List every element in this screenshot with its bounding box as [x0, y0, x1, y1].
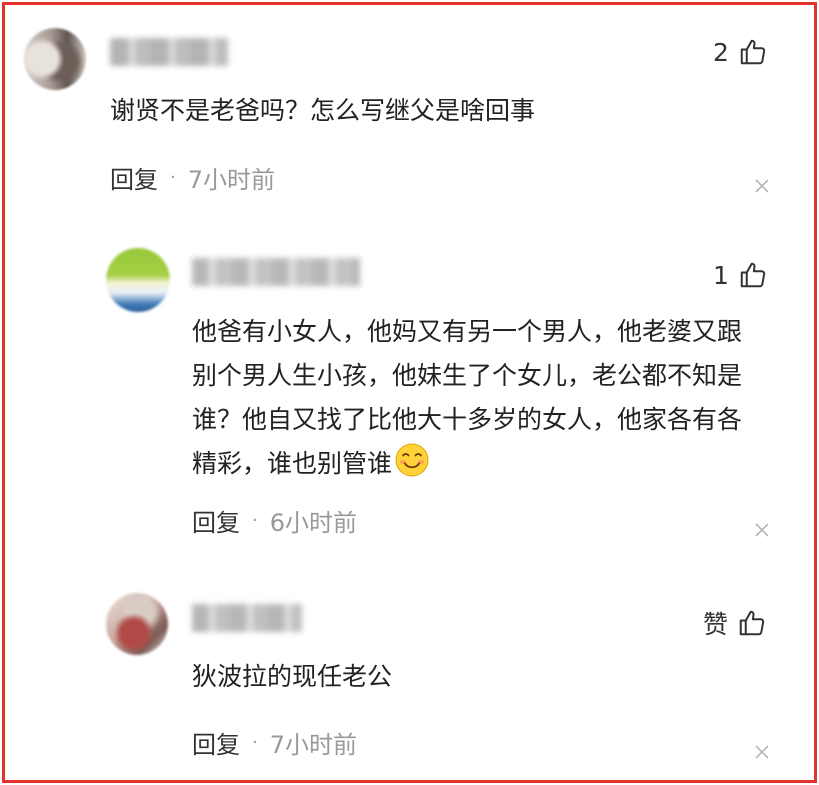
- reply-button[interactable]: 回复: [192, 725, 240, 760]
- comment-meta: 回复 · 6小时前: [192, 503, 357, 538]
- avatar[interactable]: [106, 593, 168, 655]
- separator-dot: ·: [170, 167, 176, 188]
- thumbs-up-icon: [739, 610, 765, 636]
- username-blurred[interactable]: [192, 604, 302, 632]
- avatar[interactable]: [24, 28, 86, 90]
- separator-dot: ·: [252, 732, 258, 753]
- reply-button[interactable]: 回复: [110, 160, 158, 195]
- avatar[interactable]: [106, 248, 170, 312]
- timestamp: 7小时前: [269, 731, 358, 759]
- thumbs-up-icon: [740, 262, 766, 288]
- like-count: 1: [713, 260, 729, 290]
- close-icon[interactable]: [753, 177, 771, 195]
- thumbs-up-icon: [740, 39, 766, 65]
- comment-meta: 回复 · 7小时前: [110, 160, 275, 195]
- comment-text-body: 他爸有小女人，他妈又有另一个男人，他老婆又跟别个男人生小孩，他妹生了个女儿，老公…: [192, 317, 743, 478]
- timestamp: 6小时前: [269, 509, 358, 537]
- close-icon[interactable]: [753, 521, 771, 539]
- comment-text: 他爸有小女人，他妈又有另一个男人，他老婆又跟别个男人生小孩，他妹生了个女儿，老公…: [192, 310, 762, 486]
- comment-text: 狄波拉的现任老公: [192, 662, 393, 691]
- like-button[interactable]: 1: [713, 260, 768, 290]
- smiling-face-emoji: [395, 443, 429, 477]
- like-button[interactable]: 2: [713, 37, 768, 67]
- separator-dot: ·: [252, 510, 258, 531]
- like-count: 2: [713, 37, 729, 67]
- close-icon[interactable]: [753, 743, 771, 761]
- like-button[interactable]: 赞: [703, 605, 767, 641]
- username-blurred[interactable]: [110, 38, 228, 66]
- like-label: 赞: [703, 610, 729, 639]
- reply-button[interactable]: 回复: [192, 503, 240, 538]
- username-blurred[interactable]: [192, 258, 360, 286]
- comment-text: 谢贤不是老爸吗？怎么写继父是啥回事: [110, 96, 536, 125]
- timestamp: 7小时前: [187, 166, 276, 194]
- comment-meta: 回复 · 7小时前: [192, 725, 357, 760]
